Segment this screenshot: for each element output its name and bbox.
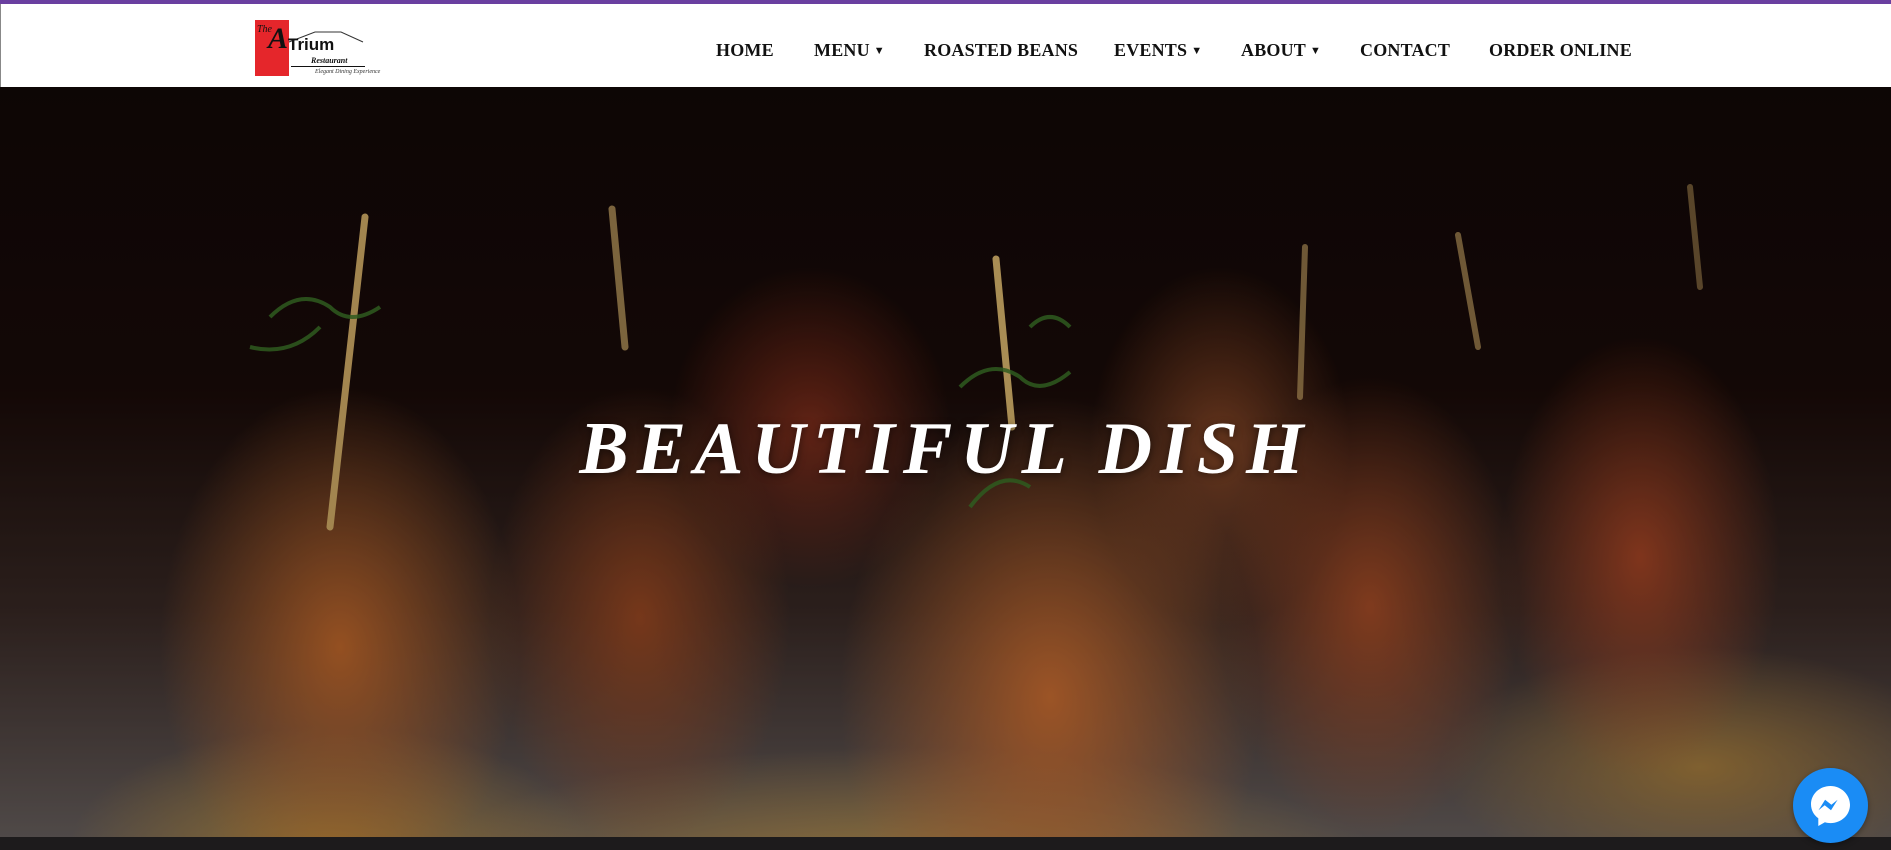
hero-banner: BEAUTIFUL DISH: [0, 87, 1891, 837]
nav-item-label: ABOUT: [1241, 40, 1307, 60]
logo-tagline: Elegant Dining Experience: [315, 69, 381, 75]
messenger-chat-button[interactable]: [1793, 768, 1868, 843]
nav-item-label: MENU: [814, 40, 870, 60]
nav-item-home[interactable]: HOME: [716, 38, 774, 62]
nav-item-order-online[interactable]: ORDER ONLINE: [1489, 38, 1632, 62]
chevron-down-icon: ▼: [873, 45, 885, 57]
messenger-icon: [1811, 786, 1850, 826]
nav-item-label: CONTACT: [1360, 40, 1451, 60]
nav-item-label: ORDER ONLINE: [1489, 40, 1632, 60]
navbar: The A Trium Restaurant Elegant Dining Ex…: [0, 4, 1891, 87]
nav-item-label: ROASTED BEANS: [924, 40, 1079, 60]
nav-item-about[interactable]: ABOUT ▼: [1241, 38, 1321, 63]
chevron-down-icon: ▼: [1191, 45, 1203, 57]
footer-bar: [0, 837, 1891, 850]
nav-item-contact[interactable]: CONTACT: [1360, 38, 1450, 62]
logo-divider: [291, 66, 365, 67]
nav-item-label: EVENTS: [1114, 40, 1188, 60]
chevron-down-icon: ▼: [1310, 45, 1322, 57]
nav-item-label: HOME: [716, 40, 774, 60]
nav-item-menu[interactable]: MENU ▼: [814, 38, 885, 63]
hero-title: BEAUTIFUL DISH: [579, 408, 1312, 490]
main-nav: HOME MENU ▼ ROASTED BEANS EVENTS ▼ ABOUT ▼ …: [1, 38, 1891, 62]
nav-item-roasted-beans[interactable]: ROASTED BEANS: [924, 38, 1078, 62]
nav-item-events[interactable]: EVENTS ▼: [1114, 38, 1202, 63]
